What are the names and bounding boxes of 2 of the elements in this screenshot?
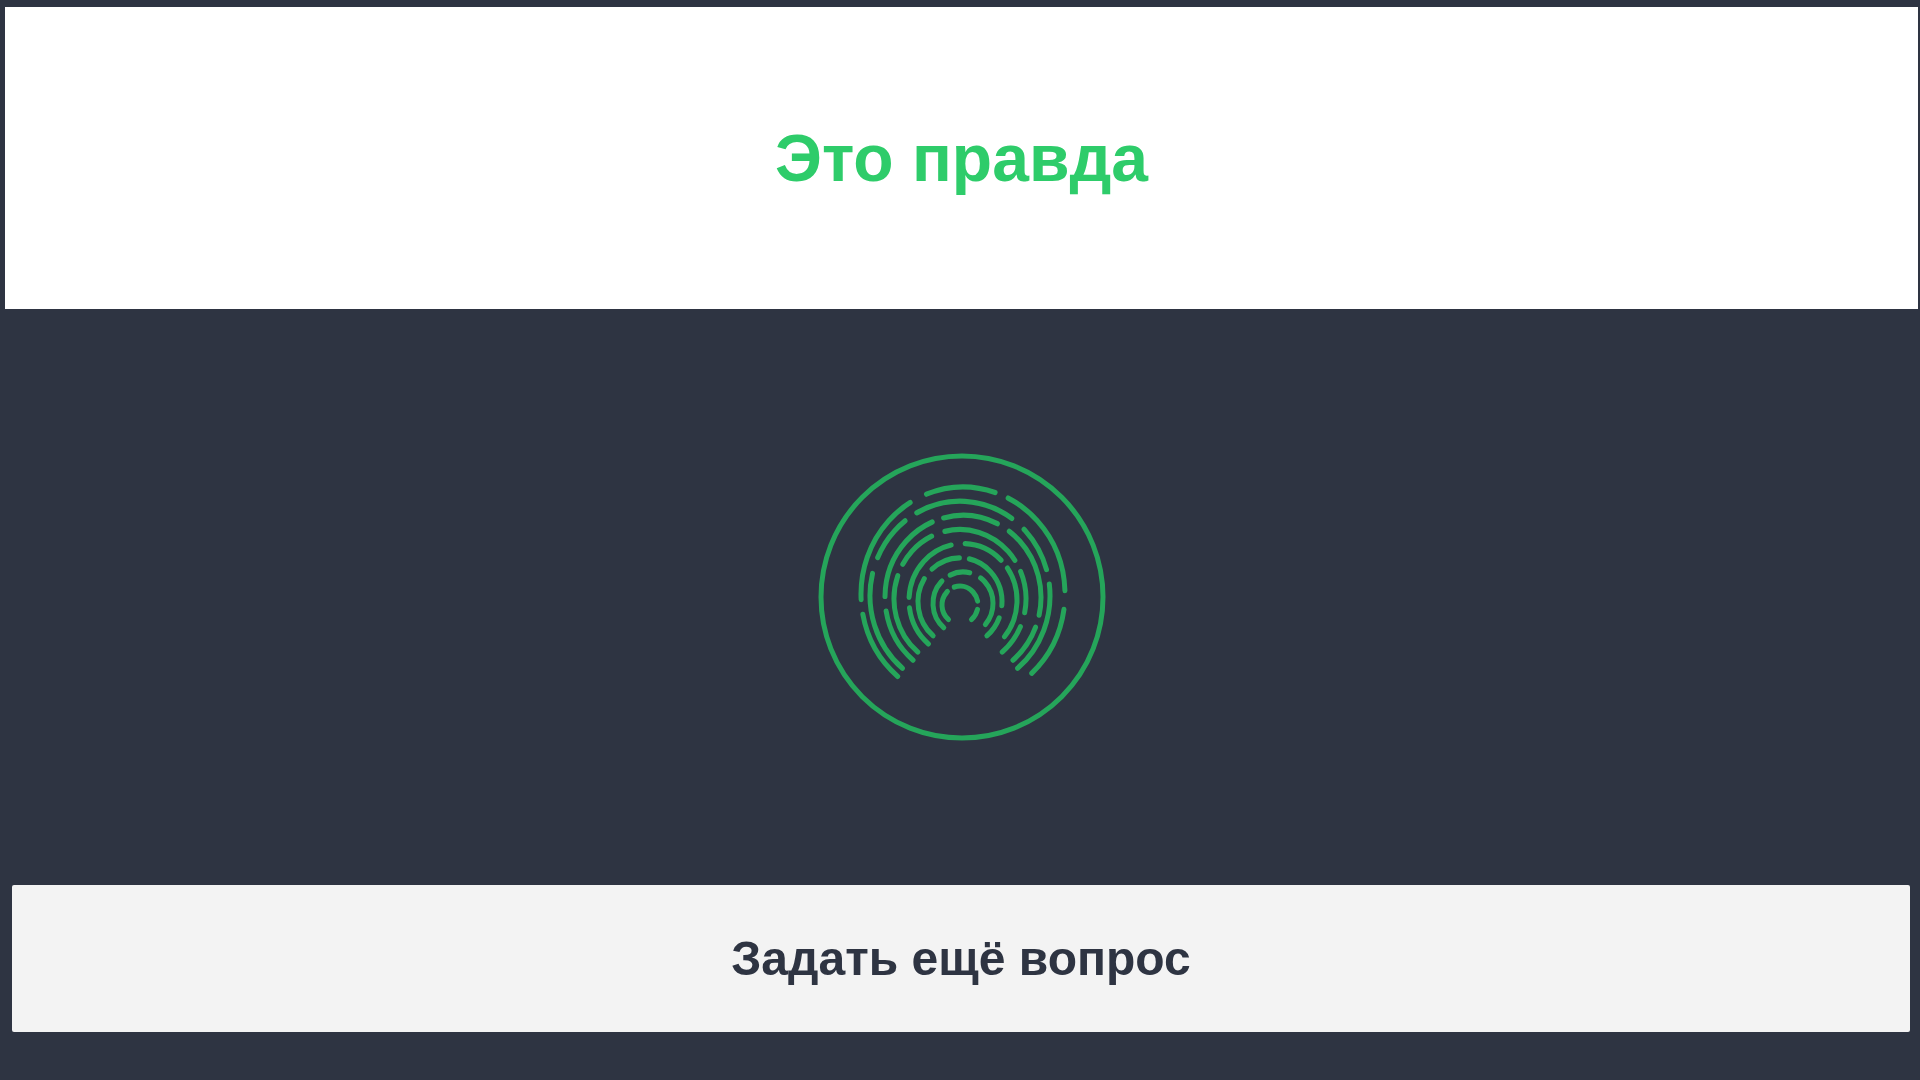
result-title: Это правда (774, 120, 1149, 196)
ask-again-button[interactable]: Задать ещё вопрос (12, 885, 1910, 1032)
